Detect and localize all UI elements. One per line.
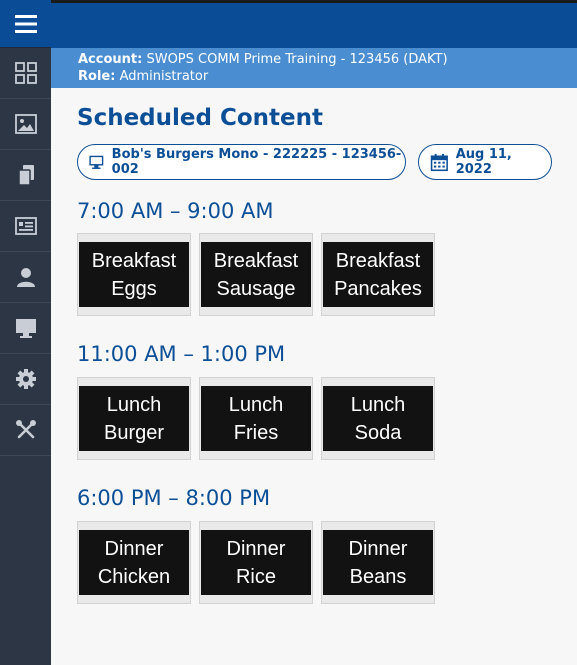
image-icon: [14, 114, 37, 134]
tile-line-2: Pancakes: [334, 277, 422, 300]
tile-line-1: Lunch: [106, 393, 162, 416]
tile-line-2: Fries: [233, 421, 279, 444]
content-tile-lunch-burger[interactable]: Lunch Burger: [77, 377, 191, 460]
main-content: Scheduled Content Bob's Burgers Mono - 2…: [51, 88, 577, 665]
role-line: Role: Administrator: [78, 68, 577, 85]
tile-line-1: Breakfast: [91, 249, 177, 272]
sidebar-item-content[interactable]: [0, 150, 51, 201]
tile-line-1: Lunch: [350, 393, 406, 416]
tile-preview: Breakfast Pancakes: [323, 242, 433, 307]
content-tile-lunch-fries[interactable]: Lunch Fries: [199, 377, 313, 460]
sidebar-item-displays[interactable]: [0, 303, 51, 354]
tile-preview: Lunch Soda: [323, 386, 433, 451]
monitor-icon: [89, 155, 104, 169]
tile-line-1: Dinner: [348, 537, 408, 560]
sidebar-item-settings[interactable]: [0, 354, 51, 405]
content-tile-dinner-chicken[interactable]: Dinner Chicken: [77, 521, 191, 604]
sidebar-item-users[interactable]: [0, 252, 51, 303]
sidebar: [0, 0, 51, 665]
tile-line-2: Rice: [235, 565, 276, 588]
page-title: Scheduled Content: [77, 105, 323, 131]
tile-line-1: Breakfast: [335, 249, 421, 272]
tile-preview: Breakfast Eggs: [79, 242, 189, 307]
monitor-icon: [15, 319, 36, 338]
tile-line-2: Sausage: [216, 277, 296, 300]
account-line: Account: SWOPS COMM Prime Training - 123…: [78, 51, 577, 68]
hamburger-icon: [14, 14, 37, 33]
tile-preview: Lunch Burger: [79, 386, 189, 451]
sidebar-item-tools[interactable]: [0, 405, 51, 456]
content-tile-lunch-soda[interactable]: Lunch Soda: [321, 377, 435, 460]
tile-line-1: Dinner: [226, 537, 286, 560]
account-value: SWOPS COMM Prime Training - 123456 (DAKT…: [146, 52, 448, 67]
date-selector-label: Aug 11, 2022: [455, 147, 512, 177]
tile-line-2: Eggs: [111, 277, 157, 300]
top-header-bar: [51, 0, 577, 48]
time-slot-label: 7:00 AM – 9:00 AM: [77, 199, 274, 223]
tile-line-1: Breakfast: [213, 249, 299, 272]
sidebar-item-playlists[interactable]: [0, 201, 51, 252]
gear-icon: [15, 369, 36, 389]
tools-icon: [15, 420, 36, 439]
account-info-bar: Account: SWOPS COMM Prime Training - 123…: [51, 48, 577, 88]
tile-line-2: Chicken: [97, 565, 171, 588]
grid-icon: [14, 62, 37, 84]
role-label: Role:: [78, 69, 116, 84]
time-slot-label: 11:00 AM – 1:00 PM: [77, 342, 286, 366]
document-icon: [17, 165, 34, 186]
content-tile-dinner-beans[interactable]: Dinner Beans: [321, 521, 435, 604]
account-label: Account:: [78, 52, 143, 67]
tile-line-2: Soda: [354, 421, 402, 444]
tile-line-2: Beans: [349, 565, 407, 588]
user-icon: [16, 268, 35, 287]
tile-line-1: Dinner: [104, 537, 164, 560]
content-tile-breakfast-eggs[interactable]: Breakfast Eggs: [77, 233, 191, 316]
date-selector-button[interactable]: Aug 11, 2022: [418, 144, 552, 180]
tile-preview: Dinner Rice: [201, 530, 311, 595]
device-selector-button[interactable]: Bob's Burgers Mono - 222225 - 123456-002: [77, 144, 406, 180]
tile-preview: Dinner Chicken: [79, 530, 189, 595]
calendar-icon: [430, 153, 448, 171]
tile-line-1: Lunch: [228, 393, 284, 416]
role-value: Administrator: [119, 69, 209, 84]
menu-button[interactable]: [0, 0, 51, 48]
time-slot-label: 6:00 PM – 8:00 PM: [77, 486, 271, 510]
tile-preview: Lunch Fries: [201, 386, 311, 451]
tile-preview: Breakfast Sausage: [201, 242, 311, 307]
content-tile-dinner-rice[interactable]: Dinner Rice: [199, 521, 313, 604]
id-card-icon: [14, 217, 37, 235]
sidebar-item-media[interactable]: [0, 99, 51, 150]
content-tile-breakfast-sausage[interactable]: Breakfast Sausage: [199, 233, 313, 316]
content-tile-breakfast-pancakes[interactable]: Breakfast Pancakes: [321, 233, 435, 316]
tile-line-2: Burger: [103, 421, 165, 444]
sidebar-item-dashboard[interactable]: [0, 48, 51, 99]
device-selector-label: Bob's Burgers Mono - 222225 - 123456-002: [111, 147, 402, 177]
tile-preview: Dinner Beans: [323, 530, 433, 595]
